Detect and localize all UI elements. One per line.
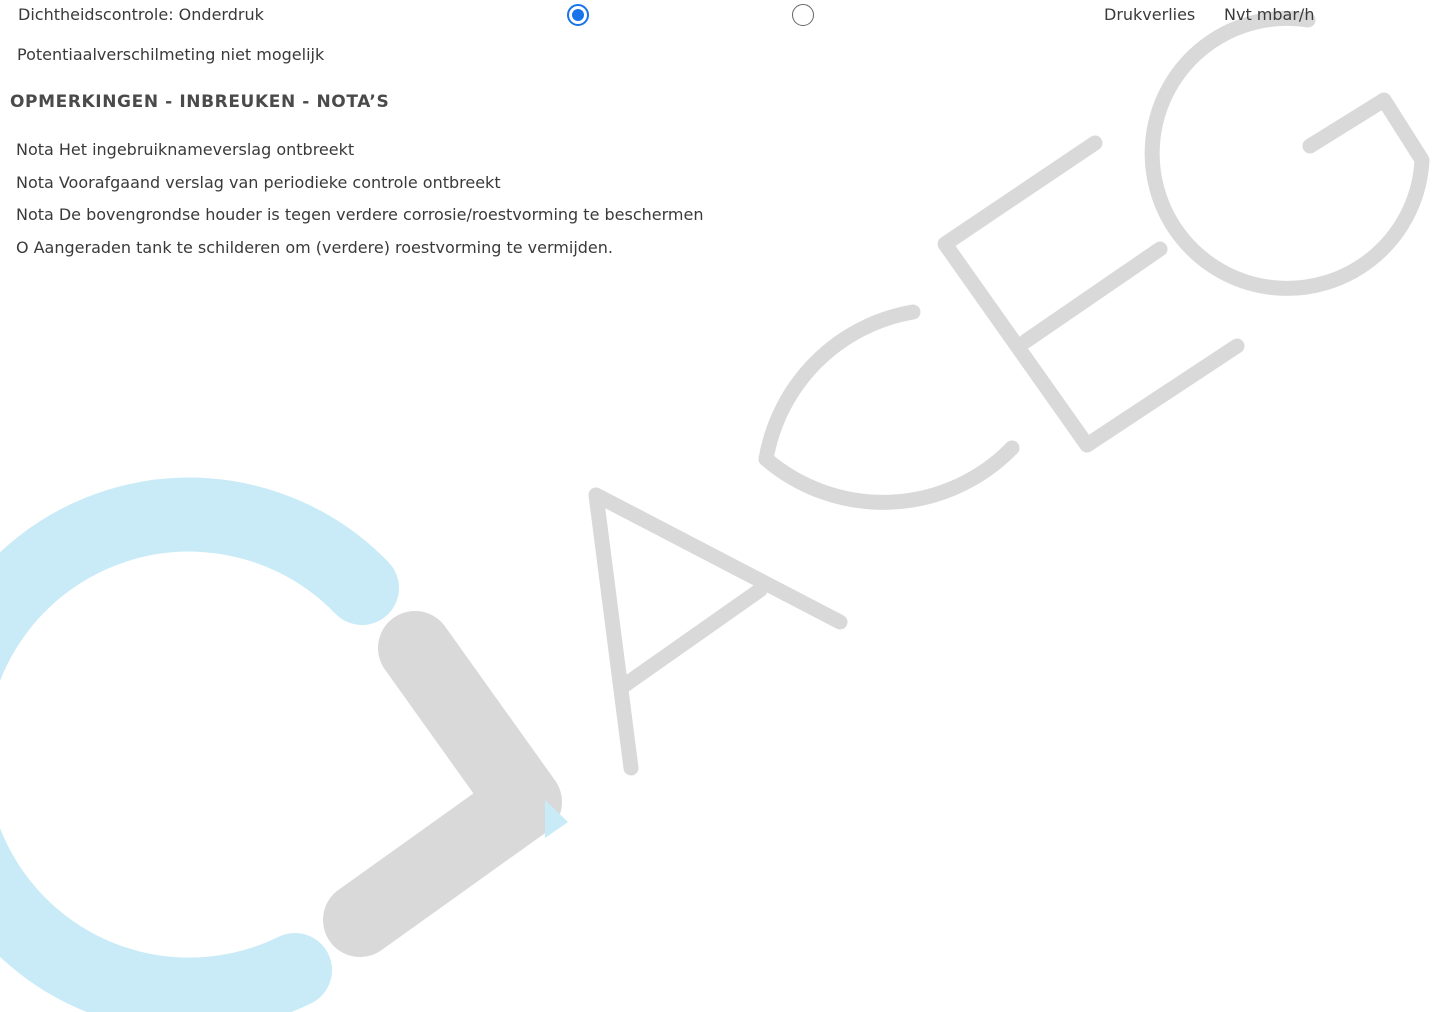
remark-text: Het ingebruiknameverslag ontbreekt [58, 140, 355, 159]
document-content: Dichtheidscontrole: Onderdruk Drukverlie… [0, 0, 1433, 1012]
remark-item: Nota Het ingebruiknameverslag ontbreekt [16, 134, 703, 167]
pressure-loss-label: Drukverlies [1104, 5, 1196, 24]
leak-test-radio-unselected[interactable] [792, 4, 814, 26]
leak-test-radio-selected[interactable] [567, 4, 589, 26]
remark-type: Nota [16, 205, 54, 224]
remark-text: Voorafgaand verslag van periodieke contr… [58, 172, 501, 192]
remark-type: Nota [16, 140, 54, 159]
potential-measurement-text: Potentiaalverschilmeting niet mogelijk [17, 45, 325, 64]
remark-type: Nota [16, 172, 54, 192]
remark-type: O [16, 237, 29, 257]
remark-text: De bovengrondse houder is tegen verdere … [58, 205, 704, 224]
remark-item: Nota Voorafgaand verslag van periodieke c… [16, 167, 703, 200]
remark-text: Aangeraden tank te schilderen om (verder… [33, 237, 613, 257]
remarks-list: Nota Het ingebruiknameverslag ontbreekt N… [16, 134, 703, 264]
leak-test-label: Dichtheidscontrole: Onderdruk [18, 5, 264, 24]
remark-item: Nota De bovengrondse houder is tegen verd… [16, 199, 703, 232]
remarks-heading: OPMERKINGEN - INBREUKEN - NOTA’S [10, 92, 390, 112]
pressure-loss-value: Nvt mbar/h [1224, 5, 1315, 24]
remark-item: O Aangeraden tank te schilderen om (verde… [16, 232, 703, 265]
